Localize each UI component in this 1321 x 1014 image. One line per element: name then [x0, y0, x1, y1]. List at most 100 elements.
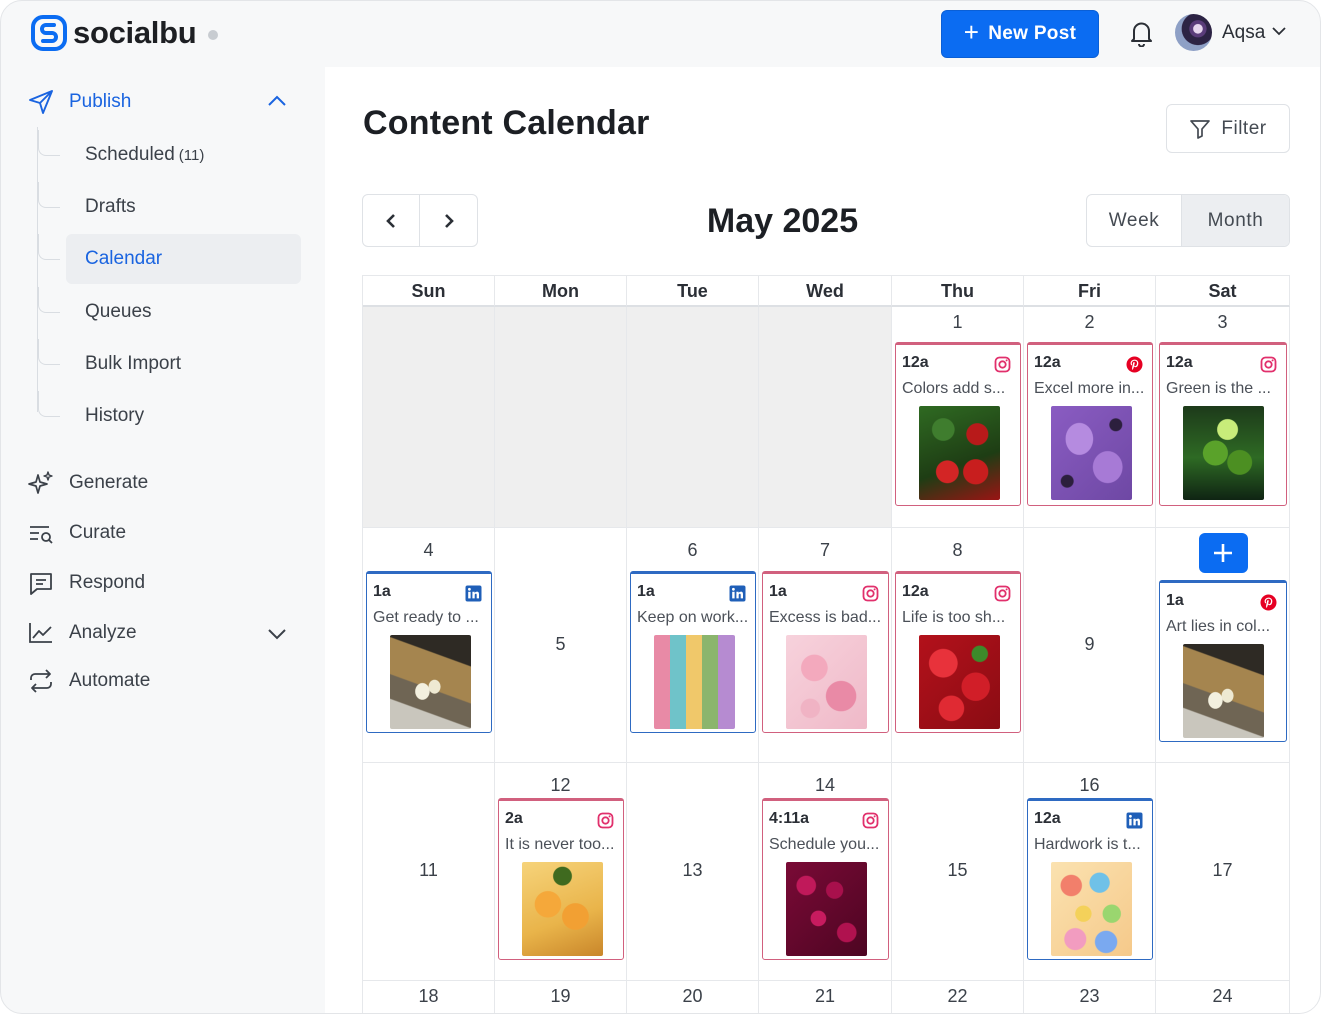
instagram-icon: [994, 356, 1011, 378]
day-header-thu: Thu: [892, 276, 1024, 307]
calendar-day-cell[interactable]: 24: [1156, 981, 1290, 1013]
day-header-sat: Sat: [1156, 276, 1290, 307]
calendar-day-cell[interactable]: 19: [495, 981, 627, 1013]
sidebar-item-generate[interactable]: Generate: [27, 468, 148, 498]
scheduled-post-card[interactable]: 12a Excel more in...: [1027, 342, 1153, 506]
calendar-day-cell[interactable]: 20: [627, 981, 759, 1013]
scheduled-post-card[interactable]: 12a Life is too sh...: [895, 571, 1021, 733]
calendar-day-cell[interactable]: 1 12a Colors add s...: [892, 307, 1024, 528]
pinterest-icon: [1126, 356, 1143, 378]
calendar-day-cell[interactable]: [495, 307, 627, 528]
month-view-button[interactable]: Month: [1182, 195, 1289, 246]
calendar-day-cell[interactable]: 2 12a Excel more in...: [1024, 307, 1156, 528]
calendar-day-cell[interactable]: [627, 307, 759, 528]
post-thumbnail: [522, 862, 603, 956]
calendar-day-cell[interactable]: 15: [892, 763, 1024, 981]
scheduled-post-card[interactable]: 4:11a Schedule you...: [762, 798, 889, 960]
post-thumbnail: [919, 406, 1000, 500]
calendar-day-cell[interactable]: 14 4:11a Schedule you...: [759, 763, 892, 981]
instagram-icon: [862, 812, 879, 834]
day-number: 20: [682, 986, 703, 1006]
calendar-day-cell[interactable]: 5: [495, 528, 627, 763]
status-dot: [208, 30, 219, 40]
calendar-day-cell[interactable]: 8 12a Life is too sh...: [892, 528, 1024, 763]
sidebar-item-label: Generate: [69, 472, 149, 493]
scheduled-post-card[interactable]: 1a Keep on work...: [630, 571, 756, 733]
sidebar-item-automate[interactable]: Automate: [27, 666, 150, 696]
app-window: socialbu + New Post Aqsa Publish Schedul…: [0, 0, 1321, 1014]
calendar-day-cell[interactable]: 7 1a Excess is bad...: [759, 528, 892, 763]
calendar-day-cell[interactable]: 23: [1024, 981, 1156, 1013]
calendar-day-cell[interactable]: 16 12a Hardwork is t...: [1024, 763, 1156, 981]
sidebar-item-bulk-import[interactable]: Bulk Import: [38, 339, 301, 389]
post-caption: Schedule you...: [769, 836, 880, 853]
calendar-day-cell[interactable]: 22: [892, 981, 1024, 1013]
prev-month-button[interactable]: [363, 195, 420, 246]
scheduled-post-card[interactable]: 2a It is never too...: [498, 798, 624, 960]
calendar-day-cell[interactable]: 3 12a Green is the ...: [1156, 307, 1290, 528]
linkedin-icon: [465, 585, 482, 607]
day-number: 21: [814, 986, 836, 1006]
calendar-day-cell[interactable]: 18: [363, 981, 495, 1013]
scheduled-post-card[interactable]: 1a Art lies in col...: [1159, 580, 1287, 742]
month-navigation: [362, 194, 478, 247]
chevron-down-icon[interactable]: [267, 628, 287, 640]
day-number: 24: [1212, 986, 1233, 1006]
sidebar-item-curate[interactable]: Curate: [27, 518, 126, 548]
week-view-button[interactable]: Week: [1087, 195, 1183, 246]
sidebar-item-calendar[interactable]: Calendar: [38, 234, 301, 284]
calendar-day-cell[interactable]: 9: [1024, 528, 1156, 763]
current-month-label: May 2025: [706, 202, 859, 240]
filter-button[interactable]: Filter: [1166, 104, 1290, 153]
sidebar-item-respond[interactable]: Respond: [27, 568, 145, 598]
calendar-day-cell[interactable]: [363, 307, 495, 528]
day-number: 18: [418, 986, 439, 1006]
sidebar-item-scheduled[interactable]: Scheduled (11): [38, 130, 301, 180]
top-bar: socialbu + New Post Aqsa: [1, 1, 1320, 67]
sidebar-item-analyze[interactable]: Analyze: [27, 618, 137, 648]
post-time: 12a: [902, 354, 929, 371]
avatar[interactable]: [1175, 14, 1212, 51]
post-thumbnail: [786, 635, 867, 729]
calendar-day-cell[interactable]: 4 1a Get ready to ...: [363, 528, 495, 763]
user-name[interactable]: Aqsa: [1222, 22, 1265, 44]
bell-icon[interactable]: [1129, 20, 1154, 47]
socialbu-logo-icon: [31, 15, 67, 51]
sidebar-item-queues[interactable]: Queues: [38, 287, 301, 337]
add-post-button[interactable]: [1198, 533, 1248, 573]
scheduled-post-card[interactable]: 1a Get ready to ...: [366, 571, 492, 733]
scheduled-post-card[interactable]: 12a Colors add s...: [895, 342, 1021, 506]
calendar-day-cell[interactable]: 6 1a Keep on work...: [627, 528, 759, 763]
day-header-mon: Mon: [495, 276, 627, 307]
post-caption: Excess is bad...: [769, 609, 882, 626]
chevron-up-icon[interactable]: [267, 95, 287, 107]
logo[interactable]: socialbu: [31, 15, 219, 51]
sidebar-item-history[interactable]: History: [38, 391, 301, 441]
post-time: 2a: [505, 810, 523, 827]
calendar-day-cell[interactable]: 1a Art lies in col...: [1156, 528, 1290, 763]
instagram-icon: [994, 585, 1011, 607]
next-month-button[interactable]: [420, 195, 477, 246]
scheduled-post-card[interactable]: 12a Hardwork is t...: [1027, 798, 1153, 960]
day-number: 23: [1079, 986, 1100, 1006]
day-number: 19: [550, 986, 571, 1006]
calendar-day-cell[interactable]: 17: [1156, 763, 1290, 981]
sidebar-item-drafts[interactable]: Drafts: [38, 182, 301, 232]
scheduled-post-card[interactable]: 1a Excess is bad...: [762, 571, 889, 733]
chevron-down-icon[interactable]: [1272, 26, 1286, 36]
calendar-day-cell[interactable]: 13: [627, 763, 759, 981]
new-post-button[interactable]: + New Post: [941, 10, 1099, 58]
post-thumbnail: [919, 635, 1000, 729]
post-time: 1a: [373, 583, 391, 600]
sidebar-item-publish[interactable]: Publish: [27, 87, 131, 117]
calendar-day-cell[interactable]: 11: [363, 763, 495, 981]
day-number: 22: [947, 986, 968, 1006]
post-caption: It is never too...: [505, 836, 615, 853]
calendar-day-cell[interactable]: 12 2a It is never too...: [495, 763, 627, 981]
calendar-day-cell[interactable]: [759, 307, 892, 528]
sidebar-item-label: Publish: [69, 91, 132, 112]
post-time: 12a: [1034, 810, 1061, 827]
calendar-day-cell[interactable]: 21: [759, 981, 892, 1013]
sidebar-item-label: Curate: [69, 522, 127, 543]
scheduled-post-card[interactable]: 12a Green is the ...: [1159, 342, 1287, 506]
